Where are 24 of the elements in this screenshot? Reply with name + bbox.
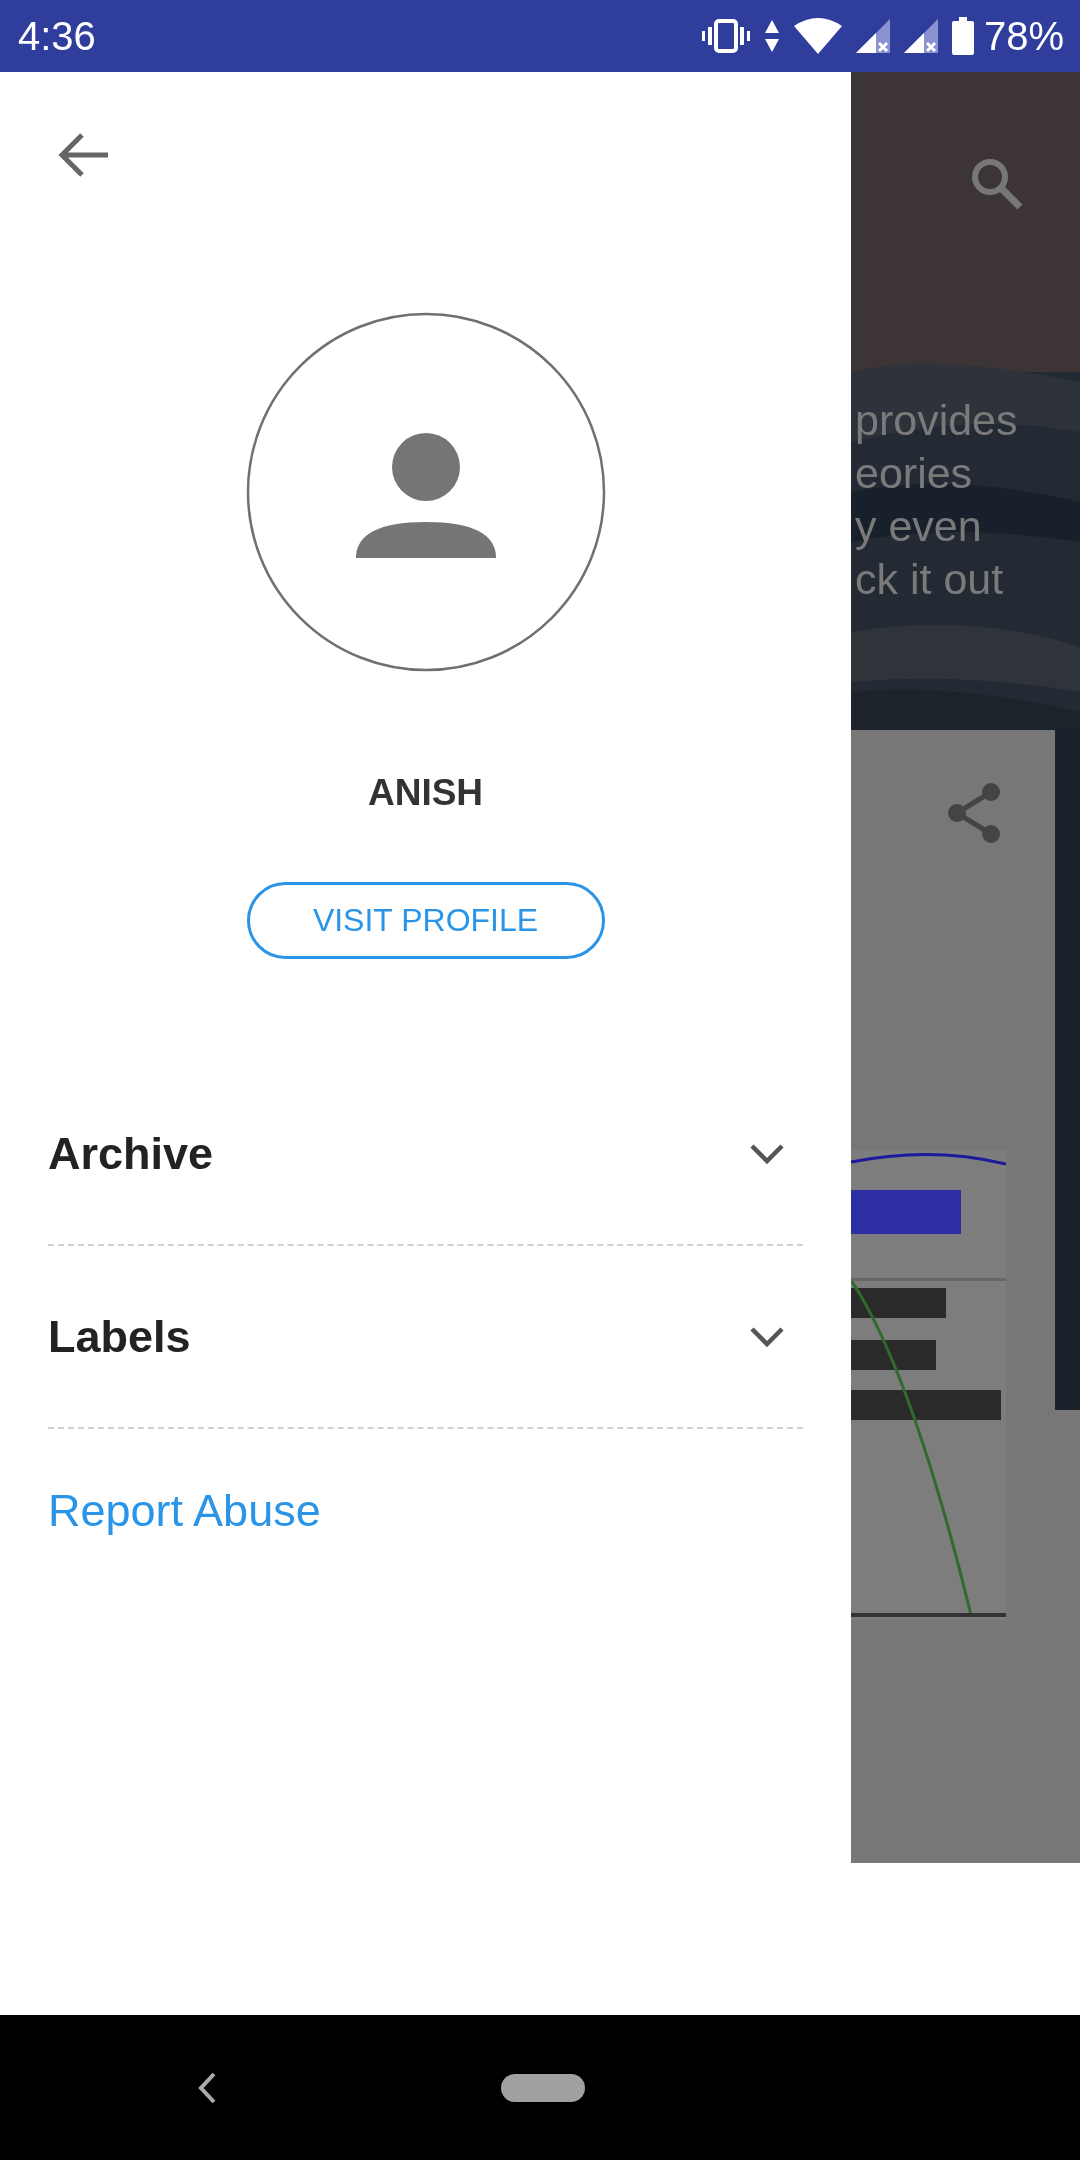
- back-icon[interactable]: [196, 2070, 218, 2105]
- article-text: provides: [855, 395, 1018, 446]
- article-text: y even: [855, 501, 983, 552]
- vibrate-icon: [701, 19, 750, 53]
- avatar-icon: [245, 312, 606, 672]
- section-label: Labels: [48, 1310, 191, 1363]
- wifi-icon: [793, 18, 842, 54]
- article-text: ck it out: [855, 554, 1005, 605]
- signal-icon: [903, 19, 938, 53]
- user-name: ANISH: [367, 772, 484, 814]
- battery-icon: [951, 17, 974, 55]
- data-arrows-icon: [763, 19, 780, 53]
- battery-percent: 78%: [983, 13, 1064, 59]
- section-row[interactable]: Labels: [48, 1246, 803, 1429]
- signal-icon: [855, 19, 890, 53]
- search-icon[interactable]: [969, 156, 1023, 210]
- chevron-icon: [749, 1142, 785, 1165]
- article-text: eories: [855, 448, 974, 499]
- status-time: 4:36: [18, 13, 96, 59]
- home-button[interactable]: [501, 2073, 585, 2102]
- section-row[interactable]: Archive: [48, 1063, 803, 1246]
- chevron-icon: [749, 1325, 785, 1348]
- section-label: Archive: [48, 1127, 214, 1180]
- back-arrow-icon[interactable]: [58, 132, 110, 178]
